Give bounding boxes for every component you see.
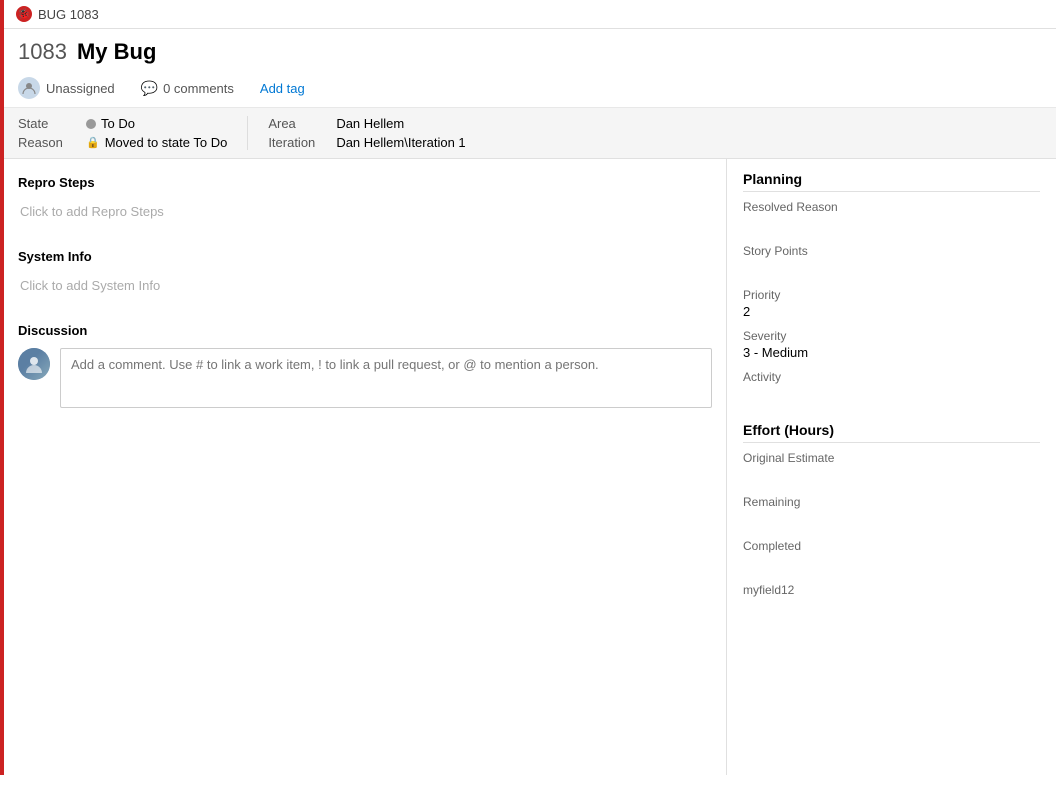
- remaining-field: Remaining: [743, 495, 1040, 529]
- effort-title: Effort (Hours): [743, 422, 1040, 443]
- meta-row: Unassigned 💬 0 comments Add tag: [4, 73, 1056, 108]
- original-estimate-value[interactable]: [743, 467, 1040, 485]
- assignee-label: Unassigned: [46, 81, 115, 96]
- severity-label: Severity: [743, 329, 1040, 343]
- planning-title: Planning: [743, 171, 1040, 192]
- discussion-title: Discussion: [18, 323, 712, 338]
- state-field: State To Do: [18, 116, 227, 131]
- assigned-user[interactable]: Unassigned: [18, 77, 115, 99]
- repro-steps-title: Repro Steps: [18, 175, 712, 190]
- remaining-label: Remaining: [743, 495, 1040, 509]
- discussion-section: Discussion: [18, 323, 712, 408]
- work-item-title[interactable]: My Bug: [77, 39, 156, 65]
- area-label: Area: [268, 116, 328, 131]
- reason-label: Reason: [18, 135, 78, 150]
- bug-icon: 🐞: [16, 6, 32, 22]
- iteration-field: Iteration Dan Hellem\Iteration 1: [268, 135, 465, 150]
- activity-label: Activity: [743, 370, 1040, 384]
- fields-row: State To Do Reason 🔒 Moved to state To D…: [4, 108, 1056, 159]
- iteration-value[interactable]: Dan Hellem\Iteration 1: [336, 135, 465, 150]
- story-points-label: Story Points: [743, 244, 1040, 258]
- iteration-label: Iteration: [268, 135, 328, 150]
- remaining-value[interactable]: [743, 511, 1040, 529]
- priority-value[interactable]: 2: [743, 304, 1040, 319]
- original-estimate-label: Original Estimate: [743, 451, 1040, 465]
- system-info-section: System Info Click to add System Info: [18, 249, 712, 299]
- lock-icon: 🔒: [86, 136, 100, 149]
- myfield12-label: myfield12: [743, 583, 1040, 597]
- repro-steps-section: Repro Steps Click to add Repro Steps: [18, 175, 712, 225]
- myfield12-field: myfield12: [743, 583, 1040, 617]
- system-info-placeholder[interactable]: Click to add System Info: [18, 272, 712, 299]
- right-panel: Planning Resolved Reason Story Points Pr…: [726, 159, 1056, 775]
- work-item-id: 1083: [18, 39, 67, 65]
- activity-value[interactable]: [743, 386, 1040, 404]
- reason-value[interactable]: 🔒 Moved to state To Do: [86, 135, 227, 150]
- avatar-image: [18, 348, 50, 380]
- state-value[interactable]: To Do: [86, 116, 135, 131]
- planning-section: Planning Resolved Reason Story Points Pr…: [743, 171, 1040, 404]
- avatar-icon: [18, 77, 40, 99]
- priority-field: Priority 2: [743, 288, 1040, 319]
- comment-textarea[interactable]: [71, 357, 701, 387]
- reason-field: Reason 🔒 Moved to state To Do: [18, 135, 227, 150]
- system-info-title: System Info: [18, 249, 712, 264]
- add-tag-button[interactable]: Add tag: [260, 81, 305, 96]
- title-row: 1083 My Bug: [4, 29, 1056, 73]
- content-area: Repro Steps Click to add Repro Steps Sys…: [4, 159, 1056, 775]
- resolved-reason-value[interactable]: [743, 216, 1040, 234]
- completed-field: Completed: [743, 539, 1040, 573]
- myfield12-value[interactable]: [743, 599, 1040, 617]
- comment-avatar: [18, 348, 50, 380]
- comments-count: 0 comments: [163, 81, 234, 96]
- completed-label: Completed: [743, 539, 1040, 553]
- priority-label: Priority: [743, 288, 1040, 302]
- severity-value[interactable]: 3 - Medium: [743, 345, 1040, 360]
- severity-field: Severity 3 - Medium: [743, 329, 1040, 360]
- comment-icon: 💬: [141, 80, 158, 97]
- story-points-field: Story Points: [743, 244, 1040, 278]
- area-value[interactable]: Dan Hellem: [336, 116, 404, 131]
- comments-button[interactable]: 💬 0 comments: [135, 78, 240, 99]
- top-bar: 🐞 BUG 1083: [4, 0, 1056, 29]
- completed-value[interactable]: [743, 555, 1040, 573]
- area-field: Area Dan Hellem: [268, 116, 465, 131]
- resolved-reason-label: Resolved Reason: [743, 200, 1040, 214]
- story-points-value[interactable]: [743, 260, 1040, 278]
- resolved-reason-field: Resolved Reason: [743, 200, 1040, 234]
- activity-field: Activity: [743, 370, 1040, 404]
- comment-box[interactable]: [60, 348, 712, 408]
- repro-steps-placeholder[interactable]: Click to add Repro Steps: [18, 198, 712, 225]
- top-bar-title: BUG 1083: [38, 7, 99, 22]
- work-item-container: 🐞 BUG 1083 1083 My Bug Unassigned 💬 0 co…: [0, 0, 1056, 775]
- original-estimate-field: Original Estimate: [743, 451, 1040, 485]
- state-label: State: [18, 116, 78, 131]
- state-dot: [86, 119, 96, 129]
- effort-section: Effort (Hours) Original Estimate Remaini…: [743, 422, 1040, 617]
- left-panel: Repro Steps Click to add Repro Steps Sys…: [4, 159, 726, 775]
- comment-input-row: [18, 348, 712, 408]
- state-reason-group: State To Do Reason 🔒 Moved to state To D…: [18, 116, 227, 150]
- area-iteration-group: Area Dan Hellem Iteration Dan Hellem\Ite…: [247, 116, 465, 150]
